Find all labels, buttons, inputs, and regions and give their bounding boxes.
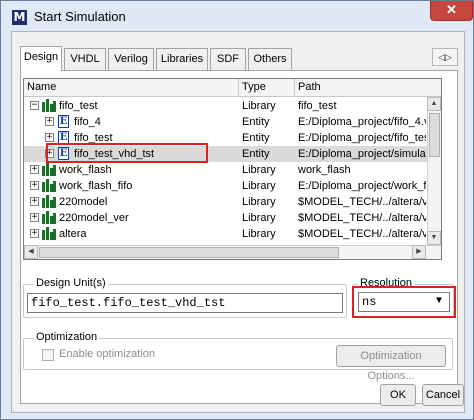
title-bar[interactable]: M Start Simulation ✕ — [1, 1, 473, 31]
column-name[interactable]: Name — [24, 79, 239, 97]
design-unit-input[interactable]: fifo_test.fifo_test_vhd_tst — [27, 293, 343, 313]
optimization-label: Optimization — [34, 331, 100, 343]
library-icon — [42, 163, 56, 176]
tab-scroll-arrows[interactable]: ◁▷ — [432, 48, 458, 66]
row-path: $MODEL_TECH/../altera/vhdl/22 — [298, 196, 426, 208]
row-name: fifo_test — [59, 100, 98, 112]
expand-icon[interactable]: + — [45, 117, 54, 126]
row-path: E:/Diploma_project/fifo_4.vhd — [298, 116, 426, 128]
scroll-down-icon[interactable]: ▼ — [427, 231, 441, 245]
row-path: work_flash — [298, 164, 351, 176]
library-tree: Name Type Path − fifo_test Library fifo_… — [23, 78, 442, 260]
tree-header: Name Type Path — [24, 79, 441, 97]
row-path: fifo_test — [298, 100, 337, 112]
tree-row[interactable]: + work_flash Library work_flash — [24, 162, 427, 178]
tab-vhdl[interactable]: VHDL — [64, 48, 106, 70]
row-path: E:/Diploma_project/simulation/mo — [298, 148, 426, 160]
enable-optimization-checkbox[interactable] — [42, 349, 54, 361]
expand-icon[interactable]: + — [30, 181, 39, 190]
tab-verilog[interactable]: Verilog — [108, 48, 154, 70]
row-type: Library — [242, 228, 276, 240]
scroll-right-icon[interactable]: ▶ — [412, 245, 426, 259]
ok-button[interactable]: OK — [380, 384, 416, 406]
expand-icon[interactable]: + — [30, 165, 39, 174]
row-type: Library — [242, 180, 276, 192]
vertical-scroll-thumb[interactable] — [429, 113, 440, 157]
column-path[interactable]: Path — [295, 79, 427, 97]
row-name: fifo_4 — [74, 116, 101, 128]
expand-icon[interactable]: + — [30, 229, 39, 238]
tree-row[interactable]: + altera Library $MODEL_TECH/../altera/v… — [24, 226, 427, 242]
row-name: altera — [59, 228, 87, 240]
highlight-box-resolution — [352, 286, 456, 318]
row-path: $MODEL_TECH/../altera/verilog/ — [298, 212, 426, 224]
row-name: 220model — [59, 196, 108, 208]
tree-row[interactable]: + work_flash_fifo Library E:/Diploma_pro… — [24, 178, 427, 194]
column-type[interactable]: Type — [239, 79, 295, 97]
row-type: Library — [242, 100, 276, 112]
row-type: Library — [242, 196, 276, 208]
library-icon — [42, 227, 56, 240]
tree-row[interactable]: + E fifo_4 Entity E:/Diploma_project/fif… — [24, 114, 427, 130]
dialog-client-area: Design VHDL Verilog Libraries SDF Others… — [11, 31, 465, 413]
enable-optimization-label: Enable optimization — [59, 348, 156, 360]
tab-libraries[interactable]: Libraries — [156, 48, 208, 70]
collapse-icon[interactable]: − — [30, 101, 39, 110]
row-name: work_flash — [59, 164, 112, 176]
row-type: Entity — [242, 116, 270, 128]
tab-others[interactable]: Others — [248, 48, 292, 70]
expand-icon[interactable]: + — [30, 197, 39, 206]
row-type: Entity — [242, 132, 270, 144]
expand-icon[interactable]: + — [45, 133, 54, 142]
row-name: work_flash_fifo — [59, 180, 133, 192]
library-icon — [42, 211, 56, 224]
library-icon — [42, 179, 56, 192]
tree-row[interactable]: + 220model_ver Library $MODEL_TECH/../al… — [24, 210, 427, 226]
tree-row[interactable]: + 220model Library $MODEL_TECH/../altera… — [24, 194, 427, 210]
row-name: 220model_ver — [59, 212, 129, 224]
modelsim-logo-icon: M — [12, 10, 27, 25]
window-title: Start Simulation — [34, 9, 126, 24]
tree-horizontal-scrollbar[interactable]: ◀ ▶ — [24, 245, 441, 259]
scroll-up-icon[interactable]: ▲ — [427, 97, 441, 111]
start-simulation-dialog: M Start Simulation ✕ Design VHDL Verilog… — [0, 0, 474, 420]
row-path: E:/Diploma_project/work_flash_f — [298, 180, 426, 192]
horizontal-scroll-thumb[interactable] — [39, 247, 339, 258]
expand-icon[interactable]: + — [30, 213, 39, 222]
row-path: $MODEL_TECH/../altera/vhdl/alt — [298, 228, 426, 240]
tab-design[interactable]: Design — [20, 46, 62, 71]
row-type: Library — [242, 164, 276, 176]
row-path: E:/Diploma_project/fifo_test.vhd — [298, 132, 426, 144]
tree-row[interactable]: − fifo_test Library fifo_test — [24, 98, 427, 114]
library-icon — [42, 99, 56, 112]
cancel-button[interactable]: Cancel — [422, 384, 464, 406]
library-icon — [42, 195, 56, 208]
tab-sdf[interactable]: SDF — [210, 48, 246, 70]
design-unit-label: Design Unit(s) — [34, 277, 108, 289]
highlight-box-selected-entity — [46, 143, 208, 163]
tree-vertical-scrollbar[interactable]: ▲ ▼ — [427, 97, 441, 247]
row-type: Entity — [242, 148, 270, 160]
close-button[interactable]: ✕ — [430, 1, 473, 21]
row-type: Library — [242, 212, 276, 224]
entity-icon: E — [58, 115, 69, 128]
scroll-left-icon[interactable]: ◀ — [24, 245, 38, 259]
optimization-options-button[interactable]: Optimization Options... — [336, 345, 446, 382]
